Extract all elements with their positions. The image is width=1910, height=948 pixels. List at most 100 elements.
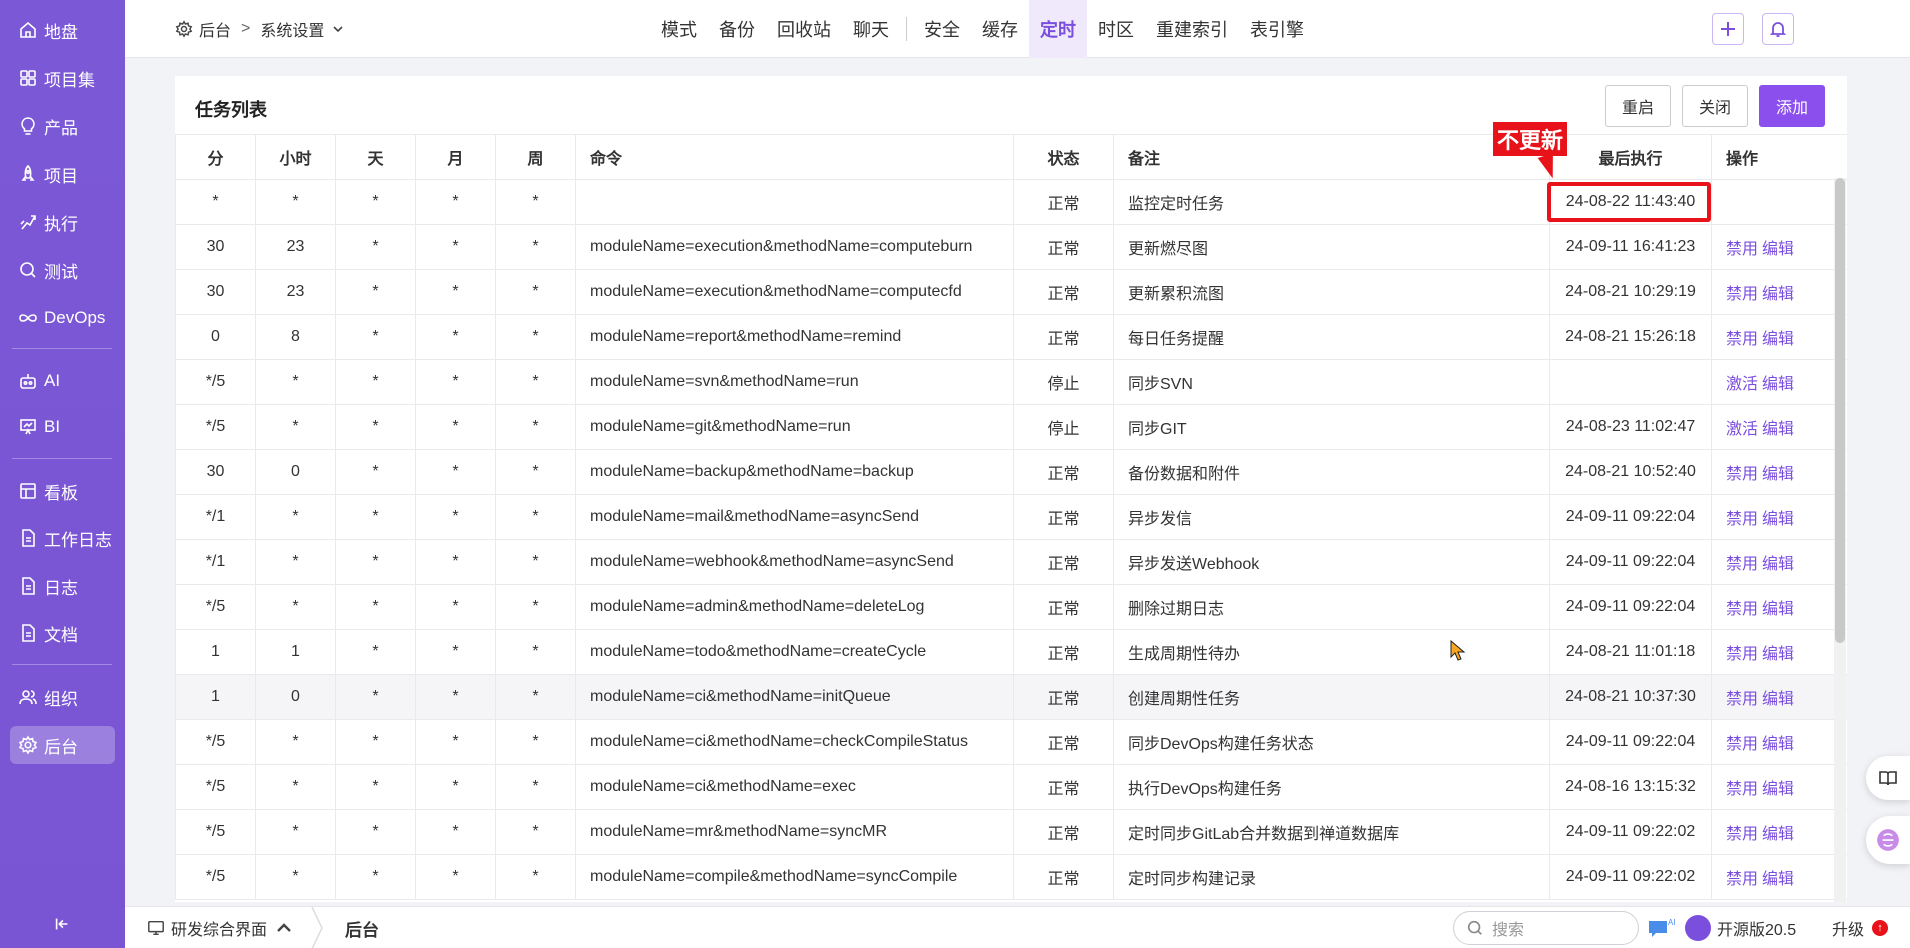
toggle-link[interactable]: 禁用 <box>1726 241 1758 258</box>
table-row[interactable]: 30 0 * * * moduleName=backup&methodName=backu… <box>175 449 1847 495</box>
table-row[interactable]: 1 1 * * * moduleName=todo&methodName=createCy… <box>175 629 1847 675</box>
toggle-link[interactable]: 禁用 <box>1726 826 1758 843</box>
cell-minute: */5 <box>175 359 256 405</box>
edit-link[interactable]: 编辑 <box>1762 646 1794 663</box>
create-button[interactable] <box>1712 13 1744 45</box>
sidebar-item-program[interactable]: 项目集 <box>10 59 115 97</box>
breadcrumb-current[interactable]: 系统设置 <box>260 17 324 41</box>
table-row[interactable]: */5 * * * * moduleName=mr&methodName=syncMR 正常… <box>175 809 1847 855</box>
edit-link[interactable]: 编辑 <box>1762 871 1794 888</box>
edit-link[interactable]: 编辑 <box>1762 556 1794 573</box>
edit-link[interactable]: 编辑 <box>1762 241 1794 258</box>
tab-backup[interactable]: 备份 <box>708 0 766 58</box>
column-header-last-run[interactable]: 最后执行 <box>1549 134 1712 180</box>
column-header-command[interactable]: 命令 <box>575 134 1014 180</box>
edit-link[interactable]: 编辑 <box>1762 286 1794 303</box>
tab-chat[interactable]: 聊天 <box>842 0 900 58</box>
table-row[interactable]: */5 * * * * moduleName=svn&methodName=run 停止 同步… <box>175 359 1847 405</box>
table-row[interactable]: */1 * * * * moduleName=mail&methodName=asyncS… <box>175 494 1847 540</box>
edit-link[interactable]: 编辑 <box>1762 421 1794 438</box>
toggle-link[interactable]: 激活 <box>1726 376 1758 393</box>
table-row[interactable]: */5 * * * * moduleName=admin&methodName=delet… <box>175 584 1847 630</box>
scrollbar-thumb[interactable] <box>1835 178 1845 643</box>
column-header-status[interactable]: 状态 <box>1013 134 1114 180</box>
edit-link[interactable]: 编辑 <box>1762 331 1794 348</box>
edit-link[interactable]: 编辑 <box>1762 691 1794 708</box>
search-input[interactable]: 搜索 <box>1453 911 1639 945</box>
edit-link[interactable]: 编辑 <box>1762 736 1794 753</box>
sidebar-item-execution[interactable]: 执行 <box>10 203 115 241</box>
edit-link[interactable]: 编辑 <box>1762 511 1794 528</box>
table-row[interactable]: */5 * * * * moduleName=ci&methodName=exec 正常 执行… <box>175 764 1847 810</box>
toggle-link[interactable]: 禁用 <box>1726 691 1758 708</box>
sidebar-item-qa[interactable]: 测试 <box>10 251 115 289</box>
tab-rebuild-index[interactable]: 重建索引 <box>1145 0 1239 58</box>
column-header-month[interactable]: 月 <box>415 134 496 180</box>
edit-link[interactable]: 编辑 <box>1762 601 1794 618</box>
collapse-sidebar-icon[interactable] <box>50 912 74 936</box>
edit-link[interactable]: 编辑 <box>1762 781 1794 798</box>
tab-cache[interactable]: 缓存 <box>971 0 1029 58</box>
tab-trash[interactable]: 回收站 <box>766 0 842 58</box>
edit-link[interactable]: 编辑 <box>1762 466 1794 483</box>
table-row[interactable]: */5 * * * * moduleName=git&methodName=run 停止 同步… <box>175 404 1847 450</box>
toggle-link[interactable]: 激活 <box>1726 421 1758 438</box>
sidebar-item-project[interactable]: 项目 <box>10 155 115 193</box>
sidebar-item-worklog[interactable]: 工作日志 <box>10 519 115 557</box>
version-info[interactable]: 开源版20.5 <box>1685 907 1796 948</box>
ai-chat-icon[interactable]: AI <box>1647 917 1675 939</box>
column-header-week[interactable]: 周 <box>495 134 576 180</box>
toggle-link[interactable]: 禁用 <box>1726 511 1758 528</box>
footer-breadcrumb[interactable]: 后台 <box>345 907 379 948</box>
sidebar-item-kanban[interactable]: 看板 <box>10 472 115 510</box>
book-float-button[interactable] <box>1866 756 1910 800</box>
toggle-link[interactable]: 禁用 <box>1726 871 1758 888</box>
sidebar-item-doc[interactable]: 文档 <box>10 614 115 652</box>
column-header-day[interactable]: 天 <box>335 134 416 180</box>
restart-button[interactable]: 重启 <box>1605 85 1671 127</box>
ai-brain-float-button[interactable] <box>1866 816 1910 864</box>
toggle-link[interactable]: 禁用 <box>1726 466 1758 483</box>
sidebar-item-log[interactable]: 日志 <box>10 567 115 605</box>
tab-security[interactable]: 安全 <box>913 0 971 58</box>
table-row[interactable]: 1 0 * * * moduleName=ci&methodName=initQueue 正… <box>175 674 1847 720</box>
tab-mode[interactable]: 模式 <box>650 0 708 58</box>
bell-icon <box>1769 22 1787 37</box>
toggle-link[interactable]: 禁用 <box>1726 736 1758 753</box>
edit-link[interactable]: 编辑 <box>1762 376 1794 393</box>
table-row[interactable]: 0 8 * * * moduleName=report&methodName=remind… <box>175 314 1847 360</box>
sidebar-item-devops[interactable]: DevOps <box>10 299 115 337</box>
upgrade-button[interactable]: 升级 ↑ <box>1832 907 1889 948</box>
breadcrumb-root[interactable]: 后台 <box>199 17 231 41</box>
column-header-hour[interactable]: 小时 <box>255 134 336 180</box>
toggle-link[interactable]: 禁用 <box>1726 286 1758 303</box>
tab-table-engine[interactable]: 表引擎 <box>1239 0 1315 58</box>
chevron-down-icon[interactable] <box>332 23 344 35</box>
footer-menu-switcher[interactable]: 研发综合界面 <box>147 907 299 948</box>
toggle-link[interactable]: 禁用 <box>1726 646 1758 663</box>
add-button[interactable]: 添加 <box>1759 85 1825 127</box>
tab-cron[interactable]: 定时 <box>1029 0 1087 58</box>
notification-button[interactable] <box>1762 13 1794 45</box>
toggle-link[interactable]: 禁用 <box>1726 781 1758 798</box>
table-row[interactable]: */5 * * * * moduleName=compile&methodName=syn… <box>175 854 1847 900</box>
table-row[interactable]: 30 23 * * * moduleName=execution&methodName=c… <box>175 224 1847 270</box>
column-header-minute[interactable]: 分 <box>175 134 256 180</box>
sidebar-item-admin[interactable]: 后台 <box>10 726 115 764</box>
sidebar-item-bi[interactable]: BI <box>10 408 115 446</box>
column-header-remark[interactable]: 备注 <box>1113 134 1550 180</box>
sidebar-item-product[interactable]: 产品 <box>10 107 115 145</box>
toggle-link[interactable]: 禁用 <box>1726 556 1758 573</box>
close-button[interactable]: 关闭 <box>1682 85 1748 127</box>
tab-timezone[interactable]: 时区 <box>1087 0 1145 58</box>
sidebar-item-company[interactable]: 组织 <box>10 678 115 716</box>
sidebar-item-ai[interactable]: AI <box>10 362 115 400</box>
table-row[interactable]: */5 * * * * moduleName=ci&methodName=checkCom… <box>175 719 1847 765</box>
edit-link[interactable]: 编辑 <box>1762 826 1794 843</box>
table-row[interactable]: 30 23 * * * moduleName=execution&methodName=c… <box>175 269 1847 315</box>
sidebar-item-dashboard[interactable]: 地盘 <box>10 11 115 49</box>
toggle-link[interactable]: 禁用 <box>1726 601 1758 618</box>
toggle-link[interactable]: 禁用 <box>1726 331 1758 348</box>
table-row[interactable]: */1 * * * * moduleName=webhook&methodName=asy… <box>175 539 1847 585</box>
cell-week: * <box>495 629 576 675</box>
